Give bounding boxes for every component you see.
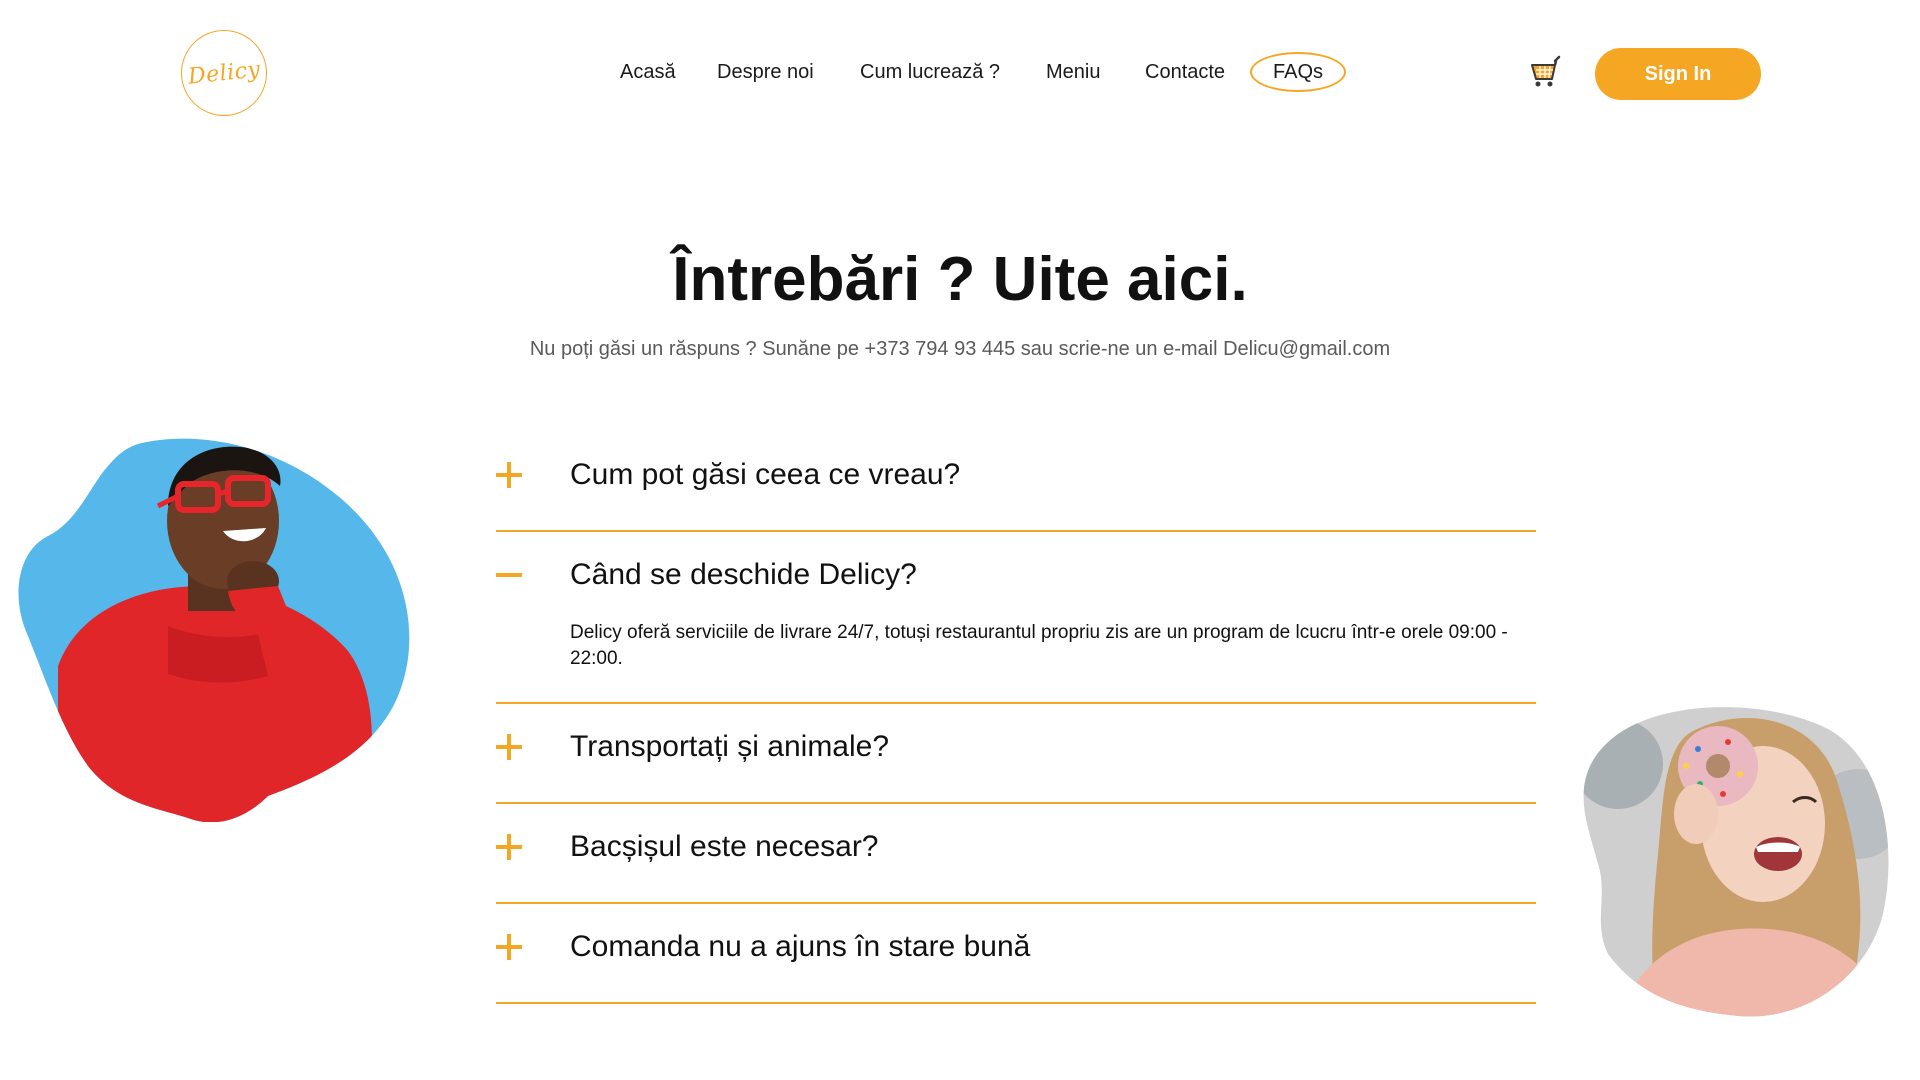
faq-question: Cum pot găsi ceea ce vreau? — [570, 458, 961, 491]
faq-item: Bacșișul este necesar? — [496, 804, 1536, 904]
faq-question: Transportați și animale? — [570, 730, 890, 763]
nav-item-faqs[interactable]: FAQs — [1250, 52, 1346, 92]
faq-list: Cum pot găsi ceea ce vreau? Când se desc… — [496, 432, 1536, 1004]
minus-icon[interactable] — [496, 562, 522, 588]
faq-question-row[interactable]: Cum pot găsi ceea ce vreau? — [496, 432, 1536, 530]
shopping-cart-icon[interactable] — [1528, 55, 1564, 91]
nav-item-cum-lucreaza[interactable]: Cum lucrează ? — [860, 52, 1000, 92]
faq-item: Comanda nu a ajuns în stare bună — [496, 904, 1536, 1004]
woman-photo — [1578, 704, 1894, 1020]
faq-item: Transportați și animale? — [496, 704, 1536, 804]
faq-question-row[interactable]: Când se deschide Delicy? — [496, 532, 1536, 630]
nav-item-contacte[interactable]: Contacte — [1145, 52, 1225, 92]
page-title: Întrebări ? Uite aici. — [672, 245, 1248, 314]
plus-icon[interactable] — [496, 934, 522, 960]
page-subtitle: Nu poți găsi un răspuns ? Sunăne pe +373… — [529, 338, 1391, 360]
plus-icon[interactable] — [496, 734, 522, 760]
plus-icon[interactable] — [496, 462, 522, 488]
nav-item-despre-noi[interactable]: Despre noi — [717, 52, 814, 92]
faq-question: Comanda nu a ajuns în stare bună — [570, 930, 1031, 963]
man-photo — [18, 436, 410, 822]
nav-item-acasa[interactable]: Acasă — [620, 52, 676, 92]
faq-question: Bacșișul este necesar? — [570, 830, 879, 863]
plus-icon[interactable] — [496, 834, 522, 860]
faq-question-row[interactable]: Transportați și animale? — [496, 704, 1536, 802]
faq-page: Delicy Acasă Despre noi Cum lucrează ? M… — [0, 0, 1920, 1080]
faq-question-row[interactable]: Comanda nu a ajuns în stare bună — [496, 904, 1536, 1002]
faq-item: Cum pot găsi ceea ce vreau? — [496, 432, 1536, 532]
sign-in-button[interactable]: Sign In — [1595, 48, 1761, 100]
nav-item-meniu[interactable]: Meniu — [1046, 52, 1100, 92]
faq-question: Când se deschide Delicy? — [570, 558, 917, 591]
faq-item-expanded: Când se deschide Delicy? Delicy oferă se… — [496, 532, 1536, 704]
faq-question-row[interactable]: Bacșișul este necesar? — [496, 804, 1536, 902]
